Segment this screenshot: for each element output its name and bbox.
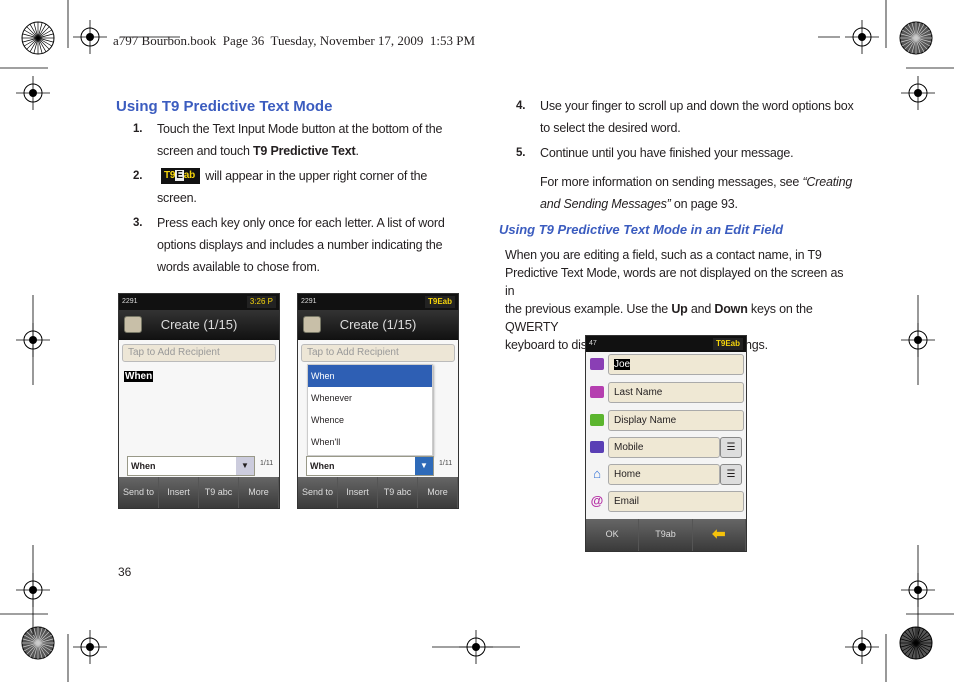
contact-card-icon [590,414,604,426]
more-button: More [418,477,458,508]
word-option: When'll [311,437,341,447]
status-bar: 2291 3:26 P [119,294,279,310]
insert-button: Insert [159,477,199,508]
last-name-field: Last Name [608,382,744,403]
screen-title: Create (1/15) [119,310,279,340]
step-text: to select the desired word. [540,121,681,135]
menu-icon [303,316,321,333]
step-number: 4. [516,100,526,112]
word-count: 1/11 [260,460,274,467]
subheading: Using T9 Predictive Text Mode in an Edit… [499,222,784,237]
step-text: screen and touch T9 Predictive Text. [157,144,359,158]
send-to-button: Send to [119,477,159,508]
display-name-field: Display Name [608,410,744,431]
word-option-selected: When [308,365,432,387]
step-number: 2. [133,170,143,182]
mobile-field: Mobile [608,437,720,458]
home-field: Home [608,464,720,485]
first-name-field: Joe [608,354,744,375]
email-field: Email [608,491,744,512]
phone-screenshot-create-message: 2291 3:26 P Create (1/15) Tap to Add Rec… [118,293,280,509]
steps-left: 1. Touch the Text Input Mode button at t… [133,118,463,278]
contact-card-icon [590,358,604,370]
more-button: More [239,477,279,508]
page-number: 36 [118,565,132,579]
recipient-field: Tap to Add Recipient [301,344,455,362]
clock: 3:26 P [246,296,276,308]
softkey-bar: Send to Insert T9 abc More [298,477,458,508]
menu-icon [124,316,142,333]
dropdown-arrow-icon: ▼ [415,457,433,475]
status-bar: 47 T9Eab [586,336,746,352]
word-option: Whenever [311,393,353,403]
status-bar: 2291 T9Eab [298,294,458,310]
word-count: 1/11 [439,460,453,467]
t9-mode-indicator: T9Eab [424,296,455,308]
t9-abc-button: T9 abc [378,477,418,508]
contact-card-icon [590,386,604,398]
email-at-icon: @ [590,493,604,508]
phone-screenshot-contact-edit: 47 T9Eab Joe Last Name Display Name Mobi… [585,335,747,552]
step-3: 3. Press each key only once for each let… [133,212,463,278]
message-text: When [124,371,154,382]
word-combo: When ▼ [127,456,255,476]
phone-screenshot-word-options: 2291 T9Eab Create (1/15) Tap to Add Reci… [297,293,459,509]
step-number: 1. [133,123,143,135]
step-text: screen. [157,191,197,205]
step-2: 2. T9Eab will appear in the upper right … [133,165,463,209]
softkey-bar: Send to Insert T9 abc More [119,477,279,508]
home-icon: ⌂ [593,466,601,481]
t9-mode-indicator-icon: T9Eab [161,167,200,184]
list-icon: ☰ [720,464,742,485]
step-text: Touch the Text Input Mode button at the … [157,122,443,136]
word-combo: When ▼ [306,456,434,476]
step-text: T9Eab will appear in the upper right cor… [157,165,463,187]
t9-mode-indicator: T9Eab [712,338,743,350]
t9ab-button: T9ab [639,519,693,551]
step-5: 5. Continue until you have finished your… [516,142,856,164]
section-heading: Using T9 Predictive Text Mode [116,98,333,115]
step-text: words available to chose from. [157,260,320,274]
softkey-bar: OK T9ab ⬅ [586,519,746,551]
insert-button: Insert [338,477,378,508]
steps-right: 4. Use your finger to scroll up and down… [516,95,856,215]
more-info: For more information on sending messages… [540,175,853,211]
back-arrow-icon: ⬅ [693,519,746,551]
send-to-button: Send to [298,477,338,508]
step-text: Press each key only once for each letter… [157,216,445,230]
list-icon: ☰ [720,437,742,458]
t9-abc-button: T9 abc [199,477,239,508]
word-options-list: When Whenever Whence When'll [307,364,433,456]
step-number: 3. [133,217,143,229]
step-text: options displays and includes a number i… [157,238,443,252]
ok-button: OK [586,519,640,551]
step-4: 4. Use your finger to scroll up and down… [516,95,856,139]
step-number: 5. [516,147,526,159]
screen-title: Create (1/15) [298,310,458,340]
step-1: 1. Touch the Text Input Mode button at t… [133,118,463,162]
step-text: Use your finger to scroll up and down th… [540,99,854,113]
recipient-field: Tap to Add Recipient [122,344,276,362]
mobile-phone-icon [590,441,604,453]
dropdown-arrow-icon: ▼ [236,457,254,475]
word-option: Whence [311,415,345,425]
step-text: Continue until you have finished your me… [540,146,794,160]
book-header: a797 Bourbon.book Page 36 Tuesday, Novem… [113,33,476,48]
